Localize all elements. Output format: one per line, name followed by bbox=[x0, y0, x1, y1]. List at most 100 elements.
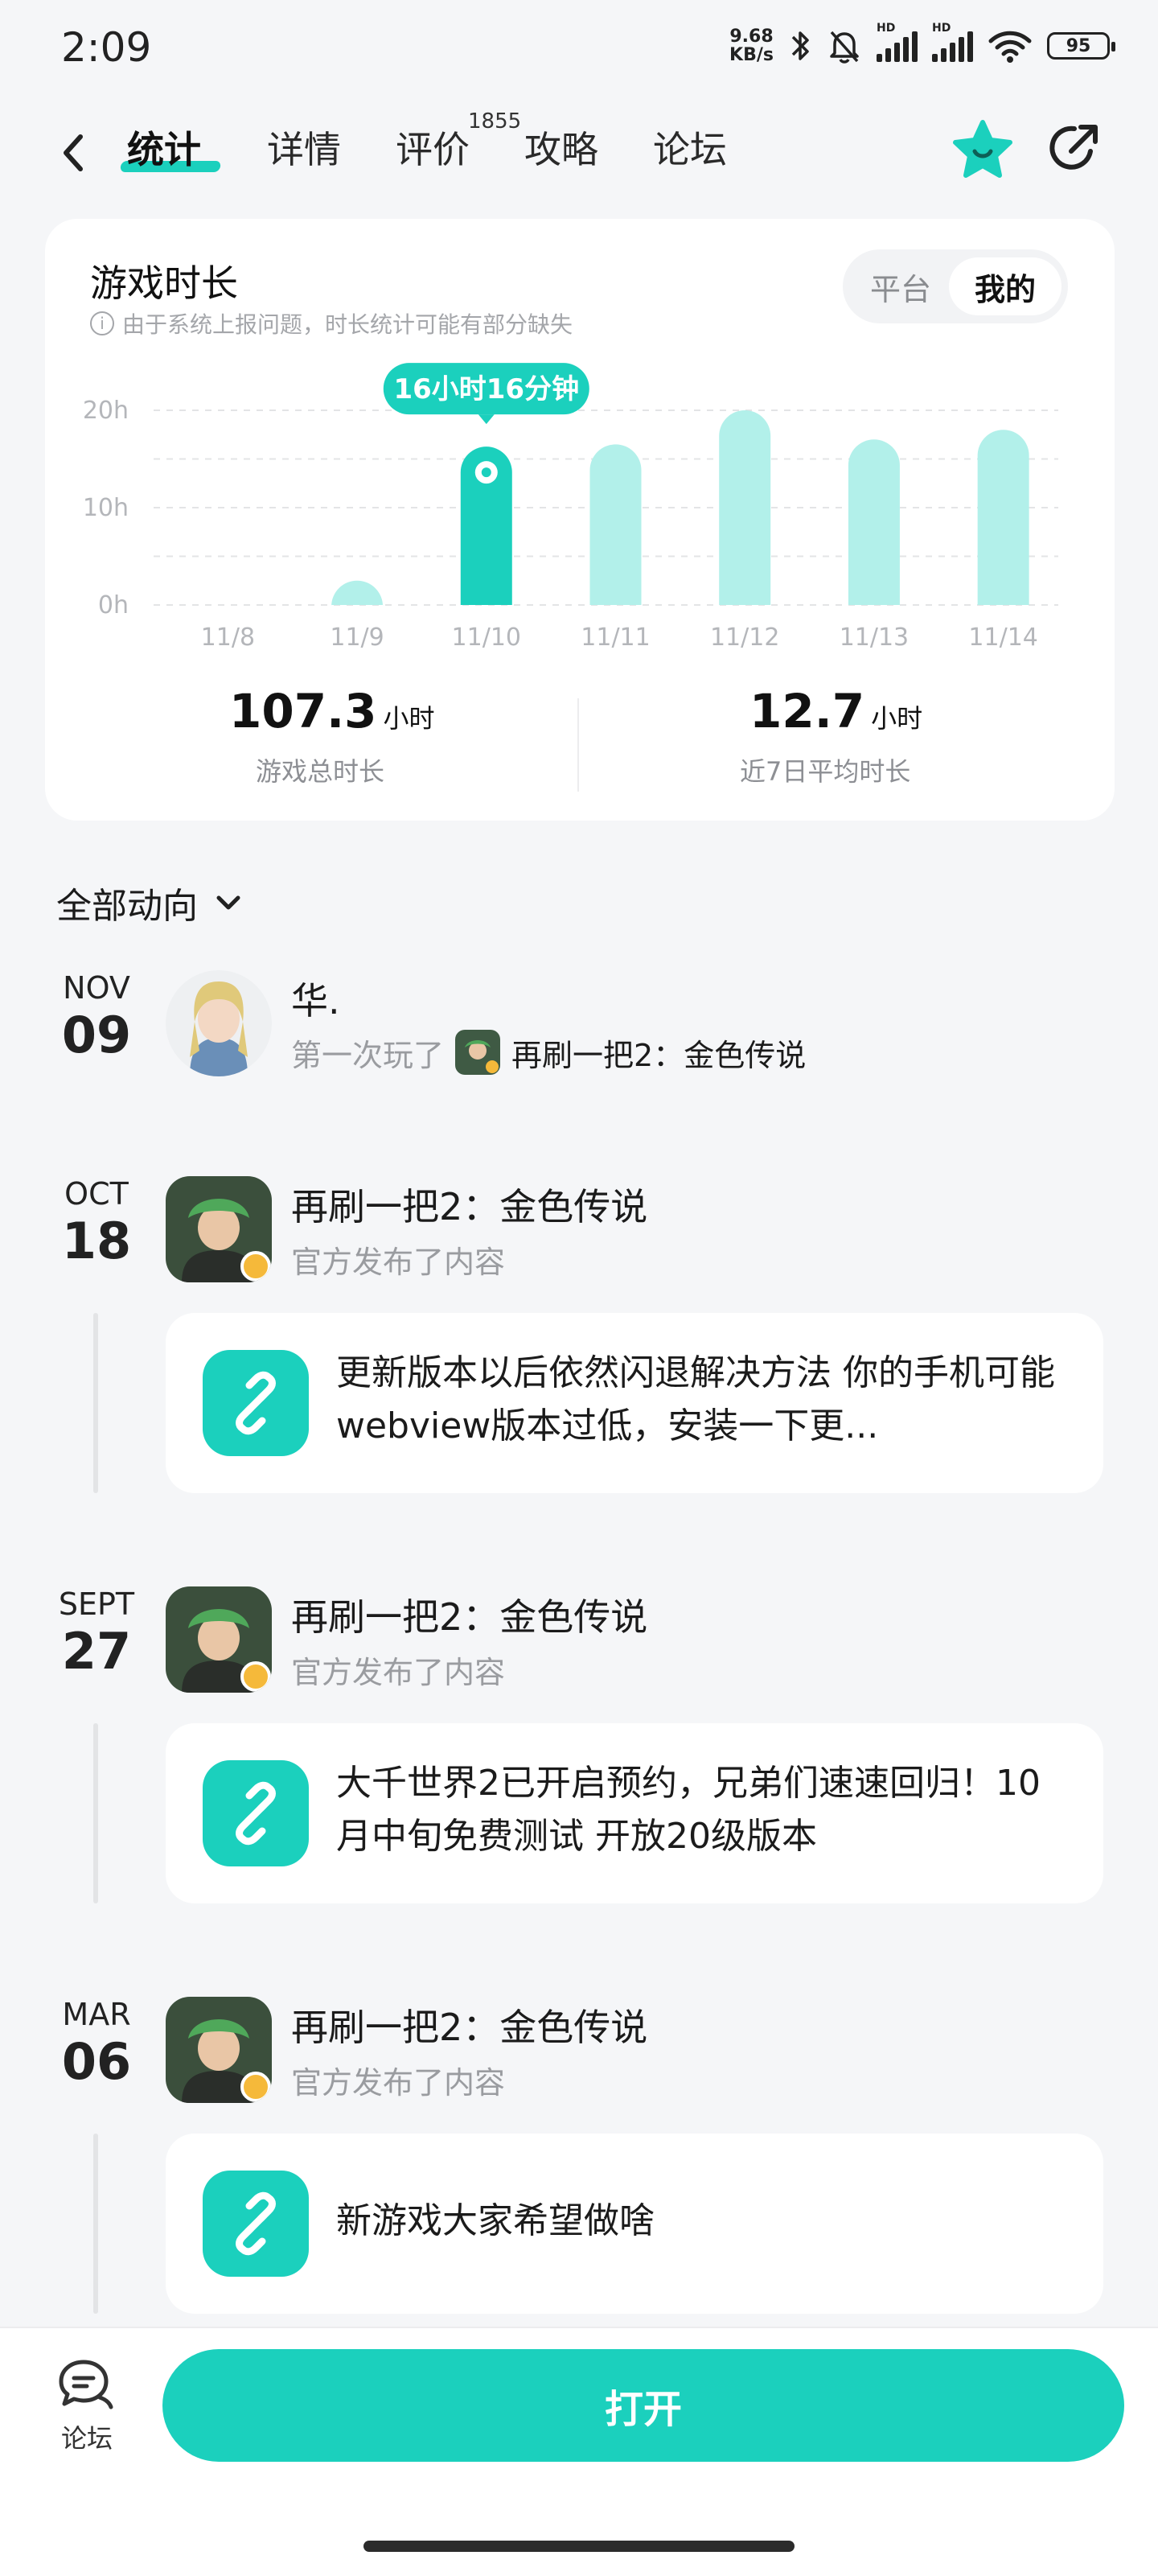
x-tick-label: 11/10 bbox=[452, 623, 521, 652]
feed-item-subtitle: 官方发布了内容 bbox=[291, 1245, 506, 1280]
chart-bar bbox=[719, 410, 771, 605]
x-tick-label: 11/14 bbox=[968, 623, 1037, 652]
tab-guides[interactable]: 攻略 bbox=[524, 121, 598, 174]
feed-item-title[interactable]: 再刷一把2：金色传说 bbox=[291, 1588, 647, 1641]
link-tile bbox=[203, 1350, 309, 1456]
net-speed: 9.68 KB/s bbox=[729, 27, 774, 64]
total-value: 107.3 bbox=[229, 684, 377, 739]
game-avatar[interactable] bbox=[166, 1997, 272, 2103]
wifi-icon bbox=[988, 31, 1032, 63]
tab-details[interactable]: 详情 bbox=[267, 121, 341, 174]
game-avatar[interactable] bbox=[166, 1176, 272, 1282]
chart-bar bbox=[848, 439, 900, 605]
total-playtime: 107.3 小时 bbox=[229, 684, 434, 739]
post-card[interactable]: 更新版本以后依然闪退解决方法 你的手机可能webview版本过低，安装一下更..… bbox=[166, 1313, 1103, 1493]
y-tick-label: 20h bbox=[83, 397, 129, 425]
open-game-button[interactable]: 打开 bbox=[162, 2349, 1124, 2462]
feed-date-month: NOV bbox=[63, 970, 130, 1006]
feed-date-day: 09 bbox=[61, 1006, 132, 1064]
net-speed-value: 9.68 bbox=[729, 27, 774, 47]
feed-game-name[interactable]: 再刷一把2：金色传说 bbox=[511, 1031, 806, 1075]
feed-date-day: 27 bbox=[61, 1622, 132, 1681]
feed-sub-prefix: 第一次玩了 bbox=[291, 1037, 445, 1073]
forum-chat-icon[interactable] bbox=[58, 2357, 116, 2412]
playtime-note: i 由于系统上报问题，时长统计可能有部分缺失 bbox=[90, 307, 573, 339]
feed-filter-label: 全部动向 bbox=[56, 886, 198, 927]
x-tick-label: 11/12 bbox=[710, 623, 779, 652]
y-tick-label: 10h bbox=[83, 494, 129, 522]
segment-platform[interactable]: 平台 bbox=[844, 257, 957, 315]
forum-label[interactable]: 论坛 bbox=[56, 2418, 117, 2455]
link-tile bbox=[203, 1760, 309, 1866]
hd-label-2: HD bbox=[932, 22, 951, 35]
total-label: 游戏总时长 bbox=[256, 756, 385, 787]
chart-tooltip-pointer bbox=[478, 414, 495, 425]
x-tick-label: 11/9 bbox=[330, 623, 384, 652]
average-playtime: 12.7 小时 bbox=[749, 684, 922, 739]
back-arrow-icon[interactable] bbox=[56, 129, 88, 177]
signal-bars-1 bbox=[877, 30, 918, 62]
tab-reviews[interactable]: 评价 bbox=[396, 121, 470, 174]
status-time: 2:09 bbox=[61, 24, 152, 71]
playtime-note-text: 由于系统上报问题，时长统计可能有部分缺失 bbox=[122, 311, 573, 338]
feed-item-title: 华. bbox=[291, 979, 340, 1023]
signal-2: HD bbox=[932, 22, 973, 62]
x-tick-label: 11/8 bbox=[201, 623, 255, 652]
chart-bar bbox=[589, 444, 642, 605]
thread-line bbox=[93, 2134, 98, 2314]
post-card[interactable]: 新游戏大家希望做啥 bbox=[166, 2134, 1103, 2314]
link-icon bbox=[236, 1371, 276, 1435]
playtime-title: 游戏时长 bbox=[90, 261, 238, 305]
net-speed-unit: KB/s bbox=[729, 45, 774, 65]
mute-bell-icon bbox=[830, 31, 859, 64]
feed-item-subtitle: 第一次玩了 再刷一把2：金色传说 bbox=[291, 1030, 806, 1075]
link-tile bbox=[203, 2171, 309, 2277]
bluetooth-icon bbox=[791, 31, 809, 60]
feed-item-title[interactable]: 再刷一把2：金色传说 bbox=[291, 1178, 647, 1231]
chart-tooltip-text: 16小时16分钟 bbox=[393, 373, 579, 405]
total-unit: 小时 bbox=[383, 703, 435, 734]
link-icon bbox=[236, 2191, 276, 2256]
user-avatar[interactable] bbox=[166, 970, 272, 1076]
playtime-bar-chart: 20h 10h 0h 11/8 11/9 16小时16分钟 11/10 11/11 11/12 1… bbox=[83, 363, 1058, 652]
average-value: 12.7 bbox=[749, 684, 865, 739]
home-indicator[interactable] bbox=[363, 2541, 795, 2552]
segment-mine[interactable]: 我的 bbox=[949, 257, 1062, 315]
reviews-count-badge: 1855 bbox=[468, 109, 522, 134]
feed-filter-dropdown[interactable]: 全部动向 bbox=[56, 877, 246, 928]
chart-bar bbox=[331, 580, 384, 607]
tab-forum[interactable]: 论坛 bbox=[653, 121, 727, 174]
tab-statistics[interactable]: 统计 bbox=[127, 121, 201, 174]
chevron-down-icon bbox=[216, 895, 240, 910]
post-text: 大千世界2已开启预约，兄弟们速速回归！10月中旬免费测试 开放20级版本 bbox=[336, 1763, 1041, 1857]
status-icons: 9.68 KB/s HD HD 95 bbox=[729, 22, 1115, 64]
info-icon: i bbox=[90, 311, 114, 335]
game-thumbnail-icon[interactable] bbox=[455, 1030, 501, 1075]
feed-date-month: SEPT bbox=[58, 1586, 135, 1622]
post-text: 更新版本以后依然闪退解决方法 你的手机可能webview版本过低，安装一下更..… bbox=[336, 1352, 1055, 1446]
feed-item-title[interactable]: 再刷一把2：金色传说 bbox=[291, 1998, 647, 2051]
feed-date-month: OCT bbox=[64, 1176, 129, 1212]
feed-date-month: MAR bbox=[62, 1997, 131, 2032]
signal-bars-2 bbox=[932, 30, 973, 62]
highlight-marker-dot bbox=[481, 467, 491, 478]
game-avatar[interactable] bbox=[166, 1586, 272, 1693]
feed-date-day: 18 bbox=[61, 1212, 132, 1270]
chart-bar bbox=[977, 430, 1029, 605]
y-tick-label: 0h bbox=[98, 591, 129, 619]
hd-label-1: HD bbox=[877, 22, 896, 35]
feed-item-subtitle: 官方发布了内容 bbox=[291, 1655, 506, 1690]
post-text: 新游戏大家希望做啥 bbox=[336, 2200, 655, 2241]
link-icon bbox=[236, 1781, 276, 1846]
star-face-icon[interactable] bbox=[951, 117, 1015, 182]
feed-item-subtitle: 官方发布了内容 bbox=[291, 2065, 506, 2101]
signal-1: HD bbox=[877, 22, 918, 62]
share-icon[interactable] bbox=[1045, 119, 1103, 177]
feed-date-day: 06 bbox=[61, 2032, 132, 2091]
average-unit: 小时 bbox=[871, 703, 923, 734]
post-card[interactable]: 大千世界2已开启预约，兄弟们速速回归！10月中旬免费测试 开放20级版本 bbox=[166, 1723, 1103, 1903]
x-tick-label: 11/11 bbox=[581, 623, 650, 652]
average-label: 近7日平均时长 bbox=[740, 756, 911, 787]
battery-indicator: 95 bbox=[1047, 32, 1115, 60]
source-segment-control: 平台 我的 bbox=[843, 249, 1068, 323]
